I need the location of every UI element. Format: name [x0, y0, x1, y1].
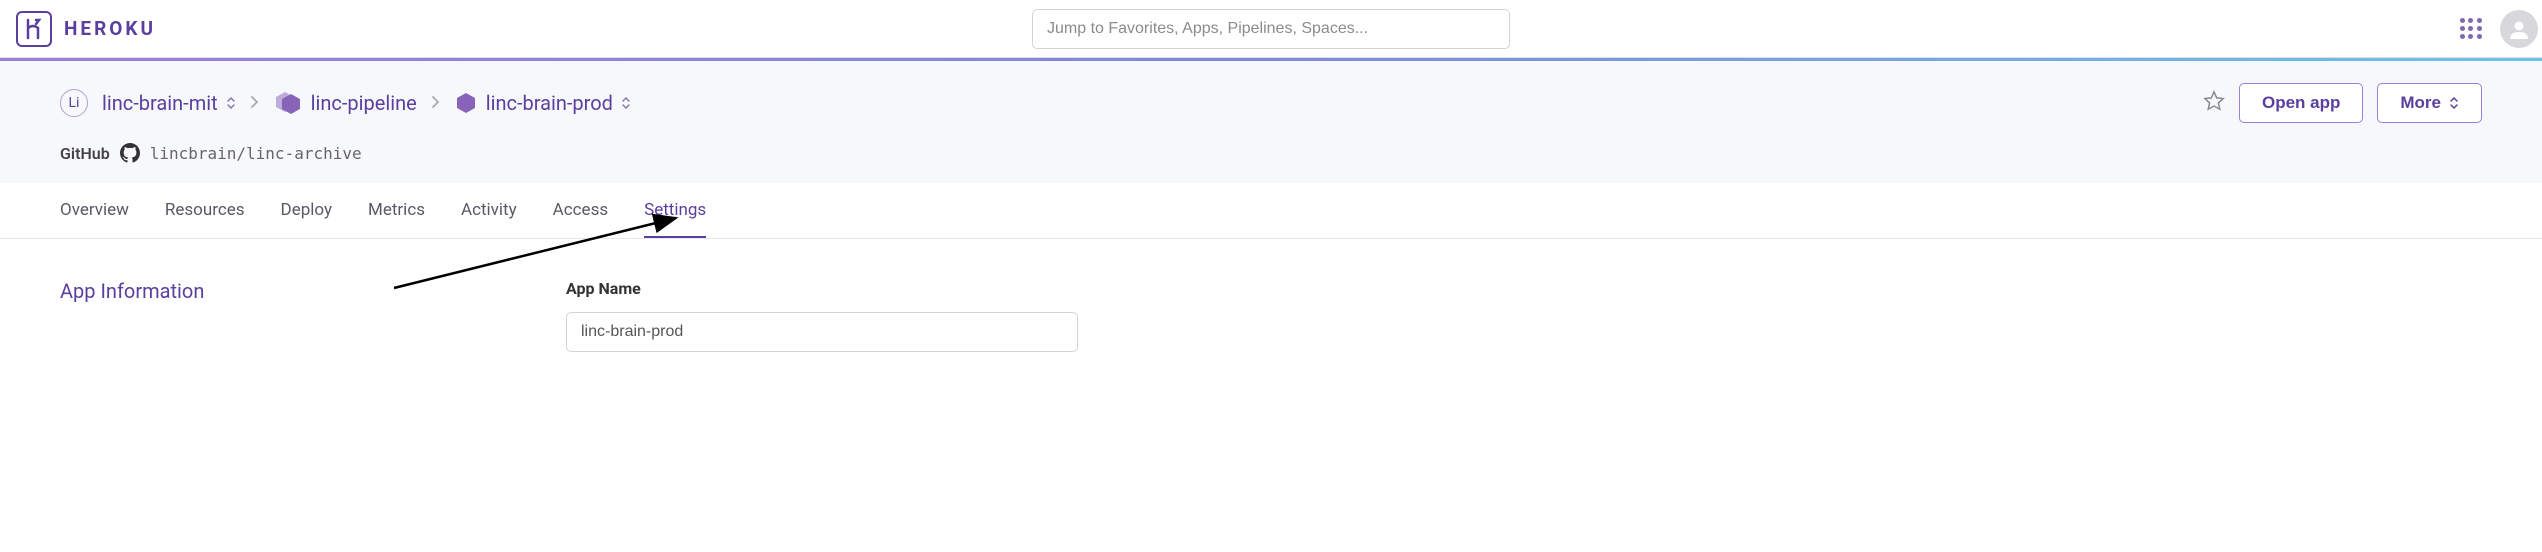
- topbar-actions: [2460, 10, 2526, 48]
- chevron-right-icon: [250, 93, 259, 114]
- github-icon: [120, 143, 140, 163]
- more-label: More: [2400, 93, 2441, 113]
- top-navbar: HEROKU: [0, 0, 2542, 58]
- user-avatar[interactable]: [2500, 10, 2538, 48]
- header-actions: Open app More: [2203, 83, 2482, 123]
- app-name-input[interactable]: [566, 312, 1078, 352]
- breadcrumb-pipeline[interactable]: linc-pipeline: [273, 90, 417, 116]
- github-repo-name[interactable]: lincbrain/linc-archive: [150, 144, 362, 163]
- github-label: GitHub: [60, 144, 110, 163]
- chevron-sort-icon: [226, 96, 236, 110]
- heroku-wordmark: HEROKU: [64, 17, 156, 40]
- chevron-sort-icon: [621, 96, 631, 110]
- tab-overview[interactable]: Overview: [60, 183, 129, 238]
- app-name-label: App Name: [566, 279, 2482, 298]
- global-search: [1032, 9, 1510, 49]
- tab-activity[interactable]: Activity: [461, 183, 517, 238]
- favorite-star-button[interactable]: [2203, 90, 2225, 116]
- open-app-button[interactable]: Open app: [2239, 83, 2363, 123]
- github-link-row: GitHub lincbrain/linc-archive: [60, 143, 2482, 163]
- heroku-logo-icon: [16, 11, 52, 47]
- breadcrumb-org-label: linc-brain-mit: [102, 91, 218, 115]
- tabs-row: Overview Resources Deploy Metrics Activi…: [0, 183, 2542, 239]
- tab-deploy[interactable]: Deploy: [281, 183, 332, 238]
- heroku-logo[interactable]: HEROKU: [16, 11, 156, 47]
- more-button[interactable]: More: [2377, 83, 2482, 123]
- settings-content: App Information App Name: [0, 239, 2542, 392]
- search-input[interactable]: [1032, 9, 1510, 49]
- chevron-right-icon: [431, 93, 440, 114]
- breadcrumb-org[interactable]: linc-brain-mit: [102, 91, 236, 115]
- page-header: Li linc-brain-mit linc-pipeline: [0, 61, 2542, 183]
- chevron-sort-icon: [2449, 96, 2459, 110]
- tab-metrics[interactable]: Metrics: [368, 183, 425, 238]
- open-app-label: Open app: [2262, 93, 2340, 113]
- pipeline-icon: [273, 90, 303, 116]
- app-hexagon-icon: [454, 91, 478, 115]
- section-sidebar: App Information: [60, 279, 566, 352]
- breadcrumb-app[interactable]: linc-brain-prod: [454, 91, 631, 115]
- breadcrumb: Li linc-brain-mit linc-pipeline: [60, 89, 631, 117]
- breadcrumb-pipeline-label: linc-pipeline: [311, 91, 417, 115]
- tab-settings[interactable]: Settings: [644, 183, 706, 238]
- breadcrumb-row: Li linc-brain-mit linc-pipeline: [60, 83, 2482, 123]
- section-body: App Name: [566, 279, 2482, 352]
- org-badge: Li: [60, 89, 88, 117]
- tab-resources[interactable]: Resources: [165, 183, 245, 238]
- section-title-app-info: App Information: [60, 279, 566, 303]
- tab-access[interactable]: Access: [553, 183, 608, 238]
- breadcrumb-app-label: linc-brain-prod: [486, 91, 613, 115]
- app-switcher-icon[interactable]: [2460, 18, 2482, 40]
